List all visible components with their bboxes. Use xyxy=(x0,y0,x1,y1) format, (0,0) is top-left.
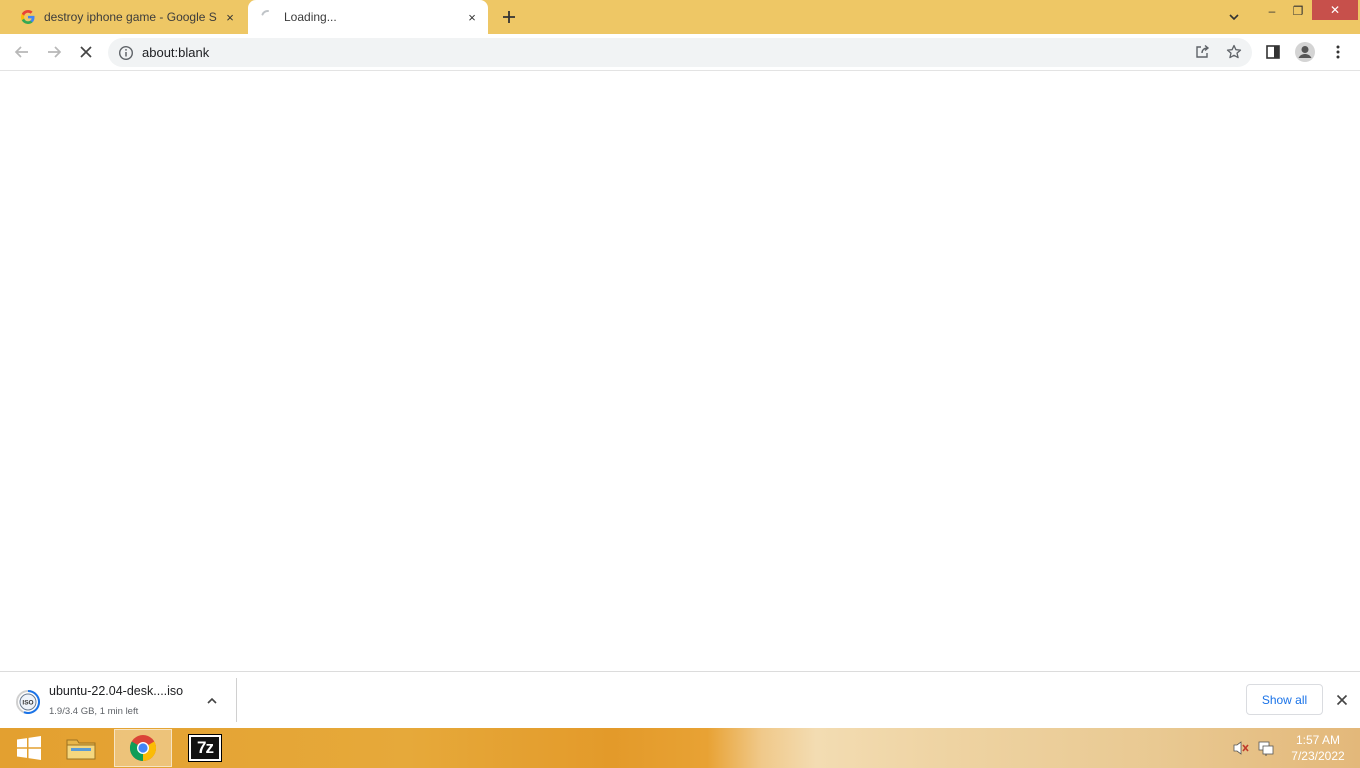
volume-muted-icon[interactable] xyxy=(1230,728,1252,768)
clock-time: 1:57 AM xyxy=(1295,733,1341,747)
download-shelf: ISO ubuntu-22.04-desk....iso 1.9/3.4 GB,… xyxy=(0,671,1360,728)
share-icon xyxy=(1196,44,1210,58)
tab-close-icon[interactable]: × xyxy=(462,7,482,27)
info-icon[interactable] xyxy=(118,45,134,61)
arrow-left-icon xyxy=(14,46,28,58)
close-icon xyxy=(1336,694,1348,706)
chevron-down-icon xyxy=(1229,14,1239,21)
stop-loading-button[interactable] xyxy=(72,38,100,66)
share-button[interactable] xyxy=(1188,38,1216,66)
plus-icon xyxy=(503,11,515,23)
close-icon xyxy=(80,46,92,58)
chrome-taskbar-button[interactable] xyxy=(114,729,172,767)
url-text: about:blank xyxy=(142,45,210,60)
tab-google-search[interactable]: destroy iphone game - Google S × xyxy=(8,0,246,34)
arrow-right-icon xyxy=(48,46,62,58)
windows-start-icon xyxy=(17,736,41,760)
7zip-taskbar-button[interactable]: 7z xyxy=(176,729,234,767)
window-close-button[interactable]: ✕ xyxy=(1312,0,1358,20)
7zip-icon: 7z xyxy=(188,734,222,762)
taskbar: 7z 1:57 AM 7/23/2022 xyxy=(0,728,1360,768)
tab-search-button[interactable] xyxy=(1222,5,1246,29)
menu-button[interactable] xyxy=(1324,38,1352,66)
browser-toolbar: about:blank xyxy=(0,34,1360,71)
address-bar[interactable]: about:blank xyxy=(108,38,1252,67)
side-panel-icon xyxy=(1266,45,1280,59)
close-shelf-button[interactable] xyxy=(1332,690,1352,710)
download-item[interactable]: ISO ubuntu-22.04-desk....iso 1.9/3.4 GB,… xyxy=(10,678,236,724)
side-panel-button[interactable] xyxy=(1259,38,1287,66)
network-icon[interactable] xyxy=(1255,728,1277,768)
back-button[interactable] xyxy=(8,38,36,66)
kebab-menu-icon xyxy=(1336,45,1340,59)
restore-button[interactable]: ❐ xyxy=(1280,0,1316,22)
file-explorer-icon xyxy=(66,739,96,760)
download-status: 1.9/3.4 GB, 1 min left xyxy=(49,706,139,717)
google-g-icon xyxy=(20,9,36,25)
profile-button[interactable] xyxy=(1291,38,1319,66)
page-content xyxy=(0,71,1360,671)
tab-close-icon[interactable]: × xyxy=(220,7,240,27)
tab-title: Loading... xyxy=(284,10,337,24)
clock-date: 7/23/2022 xyxy=(1291,749,1345,763)
star-icon xyxy=(1226,44,1242,59)
avatar-icon xyxy=(1295,42,1315,62)
file-explorer-button[interactable] xyxy=(52,729,110,767)
chevron-up-icon[interactable] xyxy=(203,692,221,710)
svg-text:ISO: ISO xyxy=(22,700,33,707)
system-clock[interactable]: 1:57 AM 7/23/2022 xyxy=(1284,732,1352,764)
chrome-icon xyxy=(129,735,157,762)
new-tab-button[interactable] xyxy=(497,5,521,29)
iso-file-icon: ISO xyxy=(16,690,40,714)
bookmark-button[interactable] xyxy=(1220,38,1248,66)
tab-strip: destroy iphone game - Google S × Loading… xyxy=(0,0,1360,34)
7zip-label: 7z xyxy=(197,738,214,757)
forward-button[interactable] xyxy=(40,38,68,66)
download-filename: ubuntu-22.04-desk....iso xyxy=(49,684,184,698)
divider xyxy=(236,678,237,722)
show-all-button[interactable]: Show all xyxy=(1246,684,1323,715)
loading-spinner-icon xyxy=(260,9,276,25)
tab-title: destroy iphone game - Google S xyxy=(44,10,217,24)
tab-loading[interactable]: Loading... × xyxy=(248,0,488,34)
start-button[interactable] xyxy=(0,729,58,767)
